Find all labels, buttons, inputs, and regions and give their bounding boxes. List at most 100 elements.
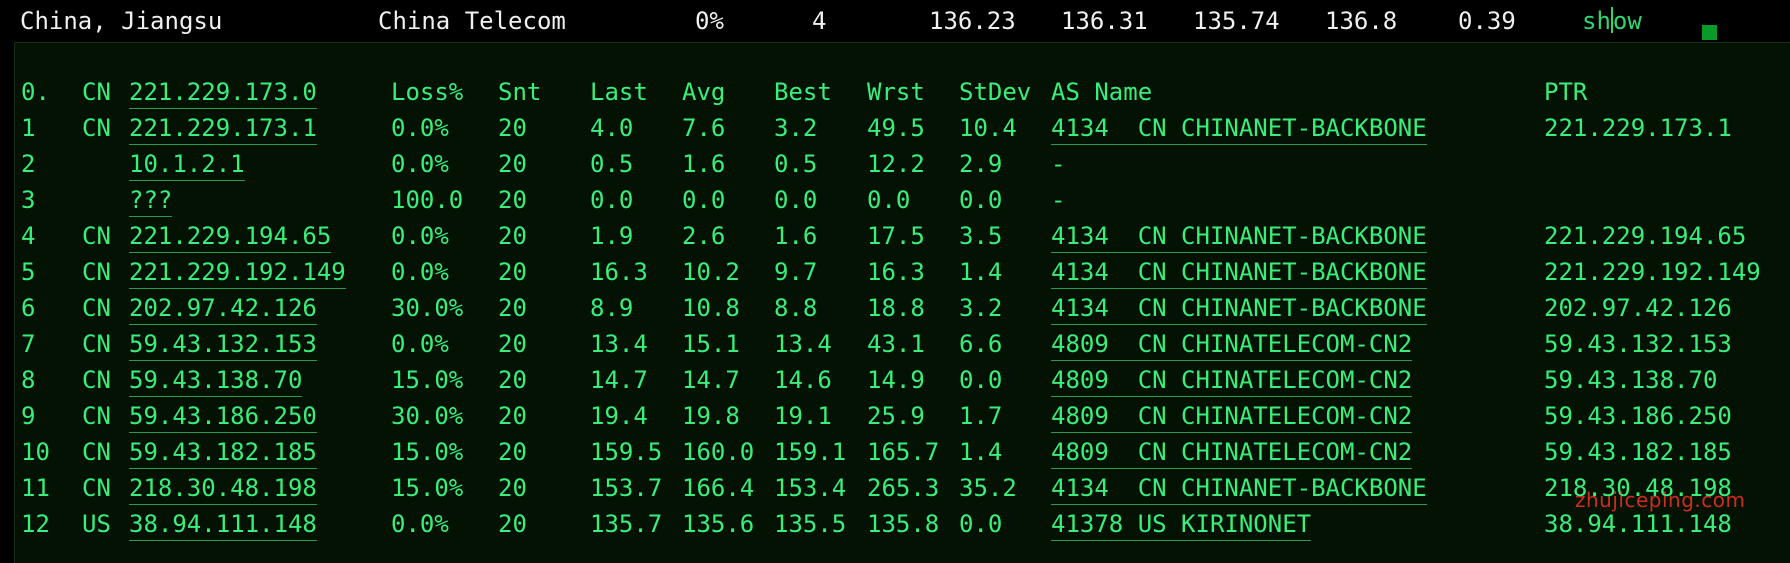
hop-country: CN bbox=[82, 438, 111, 466]
hop-index: 7 bbox=[21, 330, 36, 358]
hop-loss: 30.0% bbox=[391, 402, 464, 430]
hop-stdev: 10.4 bbox=[959, 114, 1017, 142]
header-index: 0. bbox=[21, 78, 50, 106]
hop-avg: 166.4 bbox=[682, 474, 755, 502]
hop-ptr: 202.97.42.126 bbox=[1544, 294, 1732, 322]
hop-country: CN bbox=[82, 366, 111, 394]
hop-host-link[interactable]: 38.94.111.148 bbox=[129, 508, 317, 541]
hop-avg: 14.7 bbox=[682, 366, 740, 394]
table-row: 6 CN 202.97.42.126 30.0% 20 8.9 10.8 8.8 18.8 3.2… bbox=[15, 292, 1790, 328]
hop-best: 159.1 bbox=[774, 438, 847, 466]
hop-host-link[interactable]: 221.229.194.65 bbox=[129, 220, 332, 253]
hop-index: 2 bbox=[21, 150, 36, 178]
hop-index: 8 bbox=[21, 366, 36, 394]
count-value: 4 bbox=[812, 7, 827, 35]
table-row: 8 CN 59.43.138.70 15.0% 20 14.7 14.7 14.6 14.9 0.… bbox=[15, 364, 1790, 400]
hop-host-link[interactable]: 202.97.42.126 bbox=[129, 292, 317, 325]
table-row: 11 CN 218.30.48.198 15.0% 20 153.7 166.4 153.4 2… bbox=[15, 472, 1790, 508]
hop-host-link[interactable]: 59.43.132.153 bbox=[129, 328, 317, 361]
hop-snt: 20 bbox=[498, 366, 527, 394]
hop-ptr: 59.43.132.153 bbox=[1544, 330, 1732, 358]
hop-as-name[interactable]: 4809 CN CHINATELECOM-CN2 bbox=[1051, 364, 1413, 397]
hop-loss: 0.0% bbox=[391, 150, 449, 178]
hop-best: 135.5 bbox=[774, 510, 847, 538]
hop-stdev: 0.0 bbox=[959, 510, 1003, 538]
hop-loss: 15.0% bbox=[391, 438, 464, 466]
header-avg: Avg bbox=[682, 78, 726, 106]
hop-ptr: 221.229.192.149 bbox=[1544, 258, 1761, 286]
hop-index: 5 bbox=[21, 258, 36, 286]
hop-as-name[interactable]: 41378 US KIRINONET bbox=[1051, 508, 1312, 541]
hop-index: 6 bbox=[21, 294, 36, 322]
show-link[interactable]: show bbox=[1582, 6, 1642, 36]
hop-loss: 0.0% bbox=[391, 510, 449, 538]
hop-stdev: 0.0 bbox=[959, 186, 1003, 214]
hop-loss: 0.0% bbox=[391, 114, 449, 142]
table-row: 10 CN 59.43.182.185 15.0% 20 159.5 160.0 159.1 1… bbox=[15, 436, 1790, 472]
hop-last: 19.4 bbox=[590, 402, 648, 430]
hop-as-name[interactable]: 4134 CN CHINANET-BACKBONE bbox=[1051, 256, 1427, 289]
hop-stdev: 35.2 bbox=[959, 474, 1017, 502]
hop-last: 4.0 bbox=[590, 114, 634, 142]
watermark-text: zhujiceping.com bbox=[1575, 488, 1746, 512]
header-host-link[interactable]: 221.229.173.0 bbox=[129, 76, 317, 109]
hop-best: 0.5 bbox=[774, 150, 818, 178]
hop-as-name[interactable]: 4809 CN CHINATELECOM-CN2 bbox=[1051, 400, 1413, 433]
hop-host-link[interactable]: 221.229.173.1 bbox=[129, 112, 317, 145]
hop-stdev: 1.4 bbox=[959, 438, 1003, 466]
hop-wrst: 18.8 bbox=[867, 294, 925, 322]
hop-best: 1.6 bbox=[774, 222, 818, 250]
hop-as-name[interactable]: 4809 CN CHINATELECOM-CN2 bbox=[1051, 436, 1413, 469]
hop-wrst: 14.9 bbox=[867, 366, 925, 394]
hop-host-link[interactable]: 59.43.182.185 bbox=[129, 436, 317, 469]
hop-snt: 20 bbox=[498, 510, 527, 538]
hop-best: 153.4 bbox=[774, 474, 847, 502]
latency-value-1: 136.23 bbox=[929, 7, 1016, 35]
show-link-prefix: sh bbox=[1582, 7, 1611, 35]
hop-stdev: 1.4 bbox=[959, 258, 1003, 286]
hop-last: 14.7 bbox=[590, 366, 648, 394]
latency-value-2: 136.31 bbox=[1061, 7, 1148, 35]
summary-bar: China, Jiangsu China Telecom 0% 4 136.23… bbox=[0, 0, 1790, 42]
traceroute-panel: 0. CN 221.229.173.0 Loss% Snt Last Avg B… bbox=[14, 42, 1790, 563]
hop-loss: 15.0% bbox=[391, 474, 464, 502]
hop-last: 13.4 bbox=[590, 330, 648, 358]
hop-as-name[interactable]: 4134 CN CHINANET-BACKBONE bbox=[1051, 112, 1427, 145]
hop-last: 135.7 bbox=[590, 510, 663, 538]
hop-wrst: 49.5 bbox=[867, 114, 925, 142]
hop-wrst: 165.7 bbox=[867, 438, 940, 466]
hop-index: 10 bbox=[21, 438, 50, 466]
hop-country: US bbox=[82, 510, 111, 538]
hop-last: 159.5 bbox=[590, 438, 663, 466]
hop-last: 16.3 bbox=[590, 258, 648, 286]
hop-index: 9 bbox=[21, 402, 36, 430]
hop-index: 11 bbox=[21, 474, 50, 502]
table-row: 5 CN 221.229.192.149 0.0% 20 16.3 10.2 9.7 16.3 1… bbox=[15, 256, 1790, 292]
table-row: 12 US 38.94.111.148 0.0% 20 135.7 135.6 135.5 13… bbox=[15, 508, 1790, 544]
hop-host-link[interactable]: 59.43.186.250 bbox=[129, 400, 317, 433]
hop-as-name[interactable]: 4809 CN CHINATELECOM-CN2 bbox=[1051, 328, 1413, 361]
hop-wrst: 12.2 bbox=[867, 150, 925, 178]
hop-stdev: 1.7 bbox=[959, 402, 1003, 430]
hop-ptr: 59.43.182.185 bbox=[1544, 438, 1732, 466]
hop-snt: 20 bbox=[498, 114, 527, 142]
header-ptr: PTR bbox=[1544, 78, 1588, 106]
hop-host-link[interactable]: 10.1.2.1 bbox=[129, 148, 245, 181]
hop-host-link[interactable]: 59.43.138.70 bbox=[129, 364, 303, 397]
hop-host-link[interactable]: ??? bbox=[129, 184, 173, 217]
hop-as-name[interactable]: 4134 CN CHINANET-BACKBONE bbox=[1051, 292, 1427, 325]
hop-host-link[interactable]: 218.30.48.198 bbox=[129, 472, 317, 505]
hop-stdev: 3.2 bbox=[959, 294, 1003, 322]
hop-avg: 10.2 bbox=[682, 258, 740, 286]
hop-index: 4 bbox=[21, 222, 36, 250]
hop-host-link[interactable]: 221.229.192.149 bbox=[129, 256, 346, 289]
latency-value-5: 0.39 bbox=[1458, 7, 1516, 35]
hop-avg: 19.8 bbox=[682, 402, 740, 430]
hop-ptr: 221.229.194.65 bbox=[1544, 222, 1747, 250]
hop-avg: 15.1 bbox=[682, 330, 740, 358]
header-wrst: Wrst bbox=[867, 78, 925, 106]
table-header-row: 0. CN 221.229.173.0 Loss% Snt Last Avg B… bbox=[15, 76, 1790, 112]
hop-as-name[interactable]: 4134 CN CHINANET-BACKBONE bbox=[1051, 220, 1427, 253]
hop-as-name[interactable]: 4134 CN CHINANET-BACKBONE bbox=[1051, 472, 1427, 505]
hop-last: 1.9 bbox=[590, 222, 634, 250]
